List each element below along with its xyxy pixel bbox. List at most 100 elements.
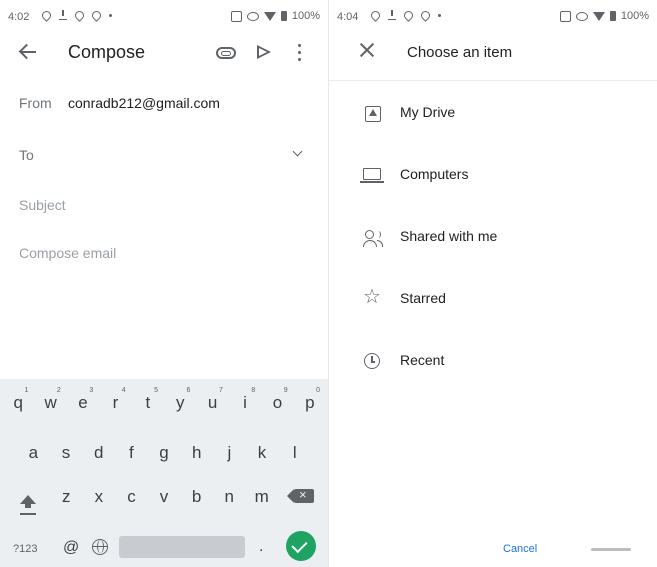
body-placeholder: Compose email [19,245,117,261]
key-y[interactable]: 6y [164,387,196,413]
choose-item-screen: 4:04 100% Choose an item My Drive Comput… [329,0,657,567]
enter-check-icon[interactable] [286,531,316,561]
status-bar: 4:02 100% [0,0,328,34]
key-i[interactable]: 8i [229,387,261,413]
key-hint: 9 [283,387,288,394]
header-divider [329,80,657,81]
key-j[interactable]: j [213,443,246,463]
more-options-icon[interactable] [298,44,302,62]
key-label: r [112,393,119,412]
notification-icons [369,8,441,22]
cancel-button[interactable]: Cancel [503,543,537,555]
item-shared-with-me[interactable]: Shared with me [329,216,657,260]
location-icon [402,8,415,22]
attach-icon[interactable] [216,47,236,59]
picker-title: Choose an item [407,44,513,61]
key-w[interactable]: 2w [34,387,66,413]
from-value: conradb212@gmail.com [68,95,220,111]
item-label: Computers [400,166,469,182]
status-bar: 4:04 100% [329,0,657,34]
key-k[interactable]: k [246,443,279,463]
key-c[interactable]: c [115,487,148,507]
from-label: From [19,95,52,111]
period-key[interactable]: . [259,538,263,556]
globe-icon[interactable] [92,539,108,555]
key-o[interactable]: 9o [261,387,293,413]
key-d[interactable]: d [82,443,115,463]
key-hint: 8 [251,387,256,394]
key-u[interactable]: 7u [196,387,228,413]
shift-underline [20,513,36,515]
page-title: Compose [68,42,146,62]
key-label: e [78,393,88,412]
item-starred[interactable]: ☆ Starred [329,278,657,322]
key-m[interactable]: m [245,487,278,507]
download-icon [59,10,67,20]
symbols-key[interactable]: ?123 [13,543,37,555]
system-icons: 100% [559,10,649,22]
gesture-nav-handle[interactable] [591,548,631,551]
compose-app-bar: Compose [0,34,328,74]
key-a[interactable]: a [17,443,50,463]
key-q[interactable]: 1q [2,387,34,413]
to-label: To [19,147,34,163]
wifi-icon [592,11,605,21]
key-f[interactable]: f [115,443,148,463]
star-icon: ☆ [363,286,381,308]
key-label: q [13,393,23,412]
battery-percent: 100% [620,10,649,22]
key-hint: 6 [186,387,191,394]
key-label: o [272,393,283,412]
key-z[interactable]: z [50,487,83,507]
key-n[interactable]: n [213,487,246,507]
system-icons: 100% [230,10,320,22]
location-icon [90,8,103,22]
keyboard-row-1: 1q2w3e4r5t6y7u8i9o0p [0,387,328,413]
item-computers[interactable]: Computers [329,154,657,198]
shift-key-icon[interactable] [20,495,36,508]
key-b[interactable]: b [180,487,213,507]
status-time: 4:02 [8,11,30,23]
key-e[interactable]: 3e [67,387,99,413]
key-label: p [305,393,315,412]
item-recent[interactable]: Recent [329,340,657,384]
chevron-down-icon[interactable] [292,146,303,157]
key-h[interactable]: h [180,443,213,463]
key-hint: 2 [56,387,61,394]
key-hint: 3 [89,387,94,394]
item-my-drive[interactable]: My Drive [329,92,657,136]
shared-people-icon [363,228,383,248]
download-icon [388,10,396,20]
rotate-icon [575,11,588,21]
space-bar[interactable] [119,536,245,558]
back-arrow-icon[interactable] [18,42,38,62]
close-icon[interactable] [359,42,375,58]
location-icon [369,8,382,22]
key-g[interactable]: g [148,443,181,463]
key-label: t [145,393,151,412]
item-label: My Drive [400,104,456,120]
key-x[interactable]: x [83,487,116,507]
location-icon [73,8,86,22]
keyboard-row-2: asdfghjkl [0,443,328,463]
subject-field[interactable]: Subject [0,194,328,234]
key-l[interactable]: l [278,443,311,463]
key-s[interactable]: s [50,443,83,463]
at-key[interactable]: @ [63,539,79,557]
key-hint: 7 [218,387,223,394]
key-v[interactable]: v [148,487,181,507]
body-field[interactable]: Compose email [0,242,328,282]
more-notifications-icon [438,13,441,17]
item-label: Recent [400,352,445,368]
key-r[interactable]: 4r [99,387,131,413]
key-p[interactable]: 0p [294,387,326,413]
send-icon[interactable] [257,45,271,59]
drive-icon [363,104,383,124]
key-t[interactable]: 5t [132,387,164,413]
item-label: Shared with me [400,228,498,244]
location-icon [40,8,53,22]
backspace-key-icon[interactable] [287,487,314,503]
from-field[interactable]: From conradb212@gmail.com [0,92,328,132]
to-field[interactable]: To [0,144,328,184]
key-label: u [207,393,218,412]
